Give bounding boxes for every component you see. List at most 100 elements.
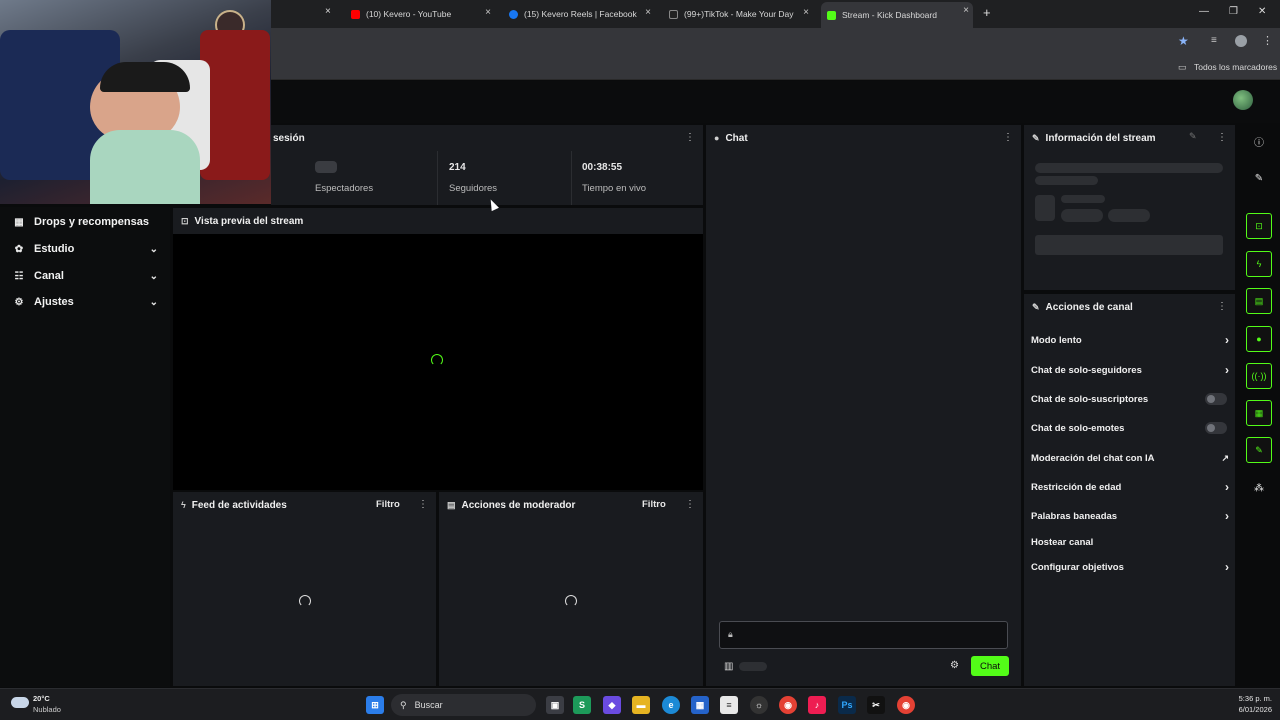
notepad-icon[interactable]: ≡ bbox=[720, 696, 738, 714]
gear-icon: ⚙ bbox=[14, 296, 24, 308]
photoshop-icon[interactable]: Ps bbox=[838, 696, 856, 714]
gear-icon[interactable]: ⚙ bbox=[950, 660, 959, 671]
sidebar-item-drops[interactable]: ▦ Drops y recompensas bbox=[0, 209, 170, 235]
edit-icon[interactable]: ✎ bbox=[1246, 165, 1272, 191]
close-window-icon[interactable]: ✕ bbox=[1258, 6, 1266, 17]
chrome-icon[interactable]: ◉ bbox=[779, 696, 797, 714]
browser-menu-icon[interactable]: ⋮ bbox=[1262, 34, 1273, 47]
close-tab-icon[interactable]: × bbox=[485, 7, 491, 18]
store-icon[interactable]: ▥ bbox=[724, 661, 733, 672]
stat-label-viewers-text: Espectadores bbox=[315, 183, 374, 194]
points-skeleton bbox=[739, 662, 767, 671]
profile-avatar-icon[interactable] bbox=[1235, 35, 1247, 47]
close-tab-icon[interactable]: × bbox=[963, 5, 969, 16]
star-bookmark-icon[interactable]: ★ bbox=[1178, 34, 1189, 48]
chrome-active-icon[interactable]: ◉ bbox=[897, 696, 915, 714]
copilot-icon[interactable]: ◆ bbox=[603, 696, 621, 714]
chat-send-button[interactable]: Chat bbox=[971, 656, 1009, 676]
more-options-icon[interactable]: ⋮ bbox=[1217, 132, 1227, 143]
more-options-icon[interactable]: ⋮ bbox=[418, 499, 428, 510]
stat-label-live-time: Tiempo en vivo bbox=[582, 183, 647, 194]
layout-icon[interactable]: ▦ bbox=[1246, 400, 1272, 426]
action-ai-moderation[interactable]: Moderación del chat con IA ↗ bbox=[1031, 448, 1229, 468]
windows-start-icon[interactable]: ⊞ bbox=[366, 696, 384, 714]
sidebar-item-estudio[interactable]: ✿ Estudio ⌄ bbox=[0, 236, 170, 262]
taskbar-search[interactable]: ⚲ Buscar bbox=[391, 694, 536, 716]
media-control-icon[interactable]: ≡ bbox=[1211, 35, 1217, 46]
users-icon: ☷ bbox=[14, 270, 24, 282]
sidebar: ▦ Drops y recompensas ✿ Estudio ⌄ ☷ Cana… bbox=[0, 207, 170, 687]
user-avatar[interactable] bbox=[1233, 90, 1253, 110]
external-link-icon: ↗ bbox=[1221, 452, 1229, 463]
tab-youtube[interactable]: (10) Kevero - YouTube × bbox=[345, 4, 495, 24]
tab-label: (15) Kevero Reels | Facebook bbox=[524, 9, 637, 19]
close-tab-icon[interactable]: × bbox=[803, 7, 809, 18]
wrench-icon[interactable]: ✎ bbox=[1246, 437, 1272, 463]
session-title: sesión bbox=[273, 132, 305, 144]
activity-feed-panel: ϟ Feed de actividades Filtro ⋮ bbox=[173, 492, 436, 686]
shield-icon: ▤ bbox=[447, 499, 456, 510]
store-icon[interactable]: ▦ bbox=[691, 696, 709, 714]
skeleton-tag bbox=[1108, 209, 1150, 222]
stats-row: Espectadores 214 Seguidores 00:38:55 Tie… bbox=[271, 151, 703, 205]
tab-facebook[interactable]: (15) Kevero Reels | Facebook × bbox=[503, 4, 655, 24]
preview-toggle-icon[interactable]: ⊡ bbox=[1246, 213, 1272, 239]
broadcast-icon[interactable]: ((·)) bbox=[1246, 363, 1272, 389]
tiktok-icon bbox=[669, 9, 678, 19]
tiktok-icon[interactable]: ♪ bbox=[808, 696, 826, 714]
action-followers-only[interactable]: Chat de solo-seguidores › bbox=[1031, 360, 1229, 380]
capcut-icon[interactable]: ✂ bbox=[867, 696, 885, 714]
stat-value-live-time: 00:38:55 bbox=[582, 162, 623, 173]
edit-icon[interactable]: ✎ bbox=[1189, 131, 1197, 142]
sidebar-item-label: Canal bbox=[34, 270, 64, 282]
widgets-icon[interactable]: ⁂ bbox=[1246, 475, 1272, 501]
all-bookmarks-link[interactable]: Todos los marcadores bbox=[1194, 62, 1277, 72]
action-configure-goals[interactable]: Configurar objetivos › bbox=[1031, 557, 1229, 577]
chevron-right-icon: › bbox=[1225, 560, 1229, 574]
lightning-icon[interactable]: ϟ bbox=[1246, 251, 1272, 277]
subscribers-only-toggle[interactable] bbox=[1205, 393, 1227, 405]
more-options-icon[interactable]: ⋮ bbox=[1217, 301, 1227, 312]
excel-icon[interactable]: S bbox=[573, 696, 591, 714]
close-tab-icon[interactable]: × bbox=[645, 7, 651, 18]
app-icon[interactable]: ☼ bbox=[750, 696, 768, 714]
preview-title: Vista previa del stream bbox=[194, 215, 304, 227]
action-label: Modo lento bbox=[1031, 334, 1082, 346]
close-tab-icon[interactable]: × bbox=[325, 6, 331, 17]
chevron-right-icon: › bbox=[1225, 333, 1229, 347]
chat-bubble-icon[interactable]: ● bbox=[1246, 326, 1272, 352]
more-options-icon[interactable]: ⋮ bbox=[1003, 132, 1013, 143]
action-age-restriction[interactable]: Restricción de edad › bbox=[1031, 477, 1229, 497]
action-label: Chat de solo-emotes bbox=[1031, 422, 1125, 434]
file-explorer-icon[interactable]: ▬ bbox=[632, 696, 650, 714]
tab-kick-dashboard[interactable]: Stream - Kick Dashboard × bbox=[821, 2, 973, 28]
minimize-icon[interactable]: — bbox=[1199, 6, 1209, 17]
tab-label: Stream - Kick Dashboard bbox=[842, 10, 937, 20]
feed-filter-button[interactable]: Filtro bbox=[376, 499, 400, 510]
tab-tiktok[interactable]: (99+)TikTok - Make Your Day × bbox=[663, 4, 813, 24]
action-slow-mode[interactable]: Modo lento › bbox=[1031, 330, 1229, 350]
viewer-count-skeleton bbox=[315, 161, 337, 173]
maximize-icon[interactable]: ❐ bbox=[1229, 6, 1238, 17]
new-tab-button[interactable]: + bbox=[983, 5, 991, 20]
action-banned-words[interactable]: Palabras baneadas › bbox=[1031, 506, 1229, 526]
action-label: Hostear canal bbox=[1031, 536, 1094, 548]
task-view-icon[interactable]: ▣ bbox=[546, 696, 564, 714]
action-host-channel[interactable]: Hostear canal bbox=[1031, 532, 1229, 552]
sidebar-item-ajustes[interactable]: ⚙ Ajustes ⌄ bbox=[0, 289, 170, 315]
mod-filter-button[interactable]: Filtro bbox=[642, 499, 666, 510]
clock-time: 5:36 p. m. bbox=[1238, 694, 1272, 703]
emotes-only-toggle[interactable] bbox=[1205, 422, 1227, 434]
info-icon[interactable]: ⓘ bbox=[1246, 128, 1272, 154]
edge-icon[interactable]: e bbox=[662, 696, 680, 714]
skeleton-tag bbox=[1061, 209, 1103, 222]
shield-icon[interactable]: ▤ bbox=[1246, 288, 1272, 314]
gaming-chair-red bbox=[200, 30, 270, 180]
chat-input[interactable]: 🔒︎ bbox=[719, 621, 1008, 649]
skeleton-line bbox=[1035, 176, 1098, 185]
more-options-icon[interactable]: ⋮ bbox=[685, 132, 695, 143]
skeleton-line bbox=[1035, 163, 1223, 173]
more-options-icon[interactable]: ⋮ bbox=[685, 499, 695, 510]
sidebar-item-canal[interactable]: ☷ Canal ⌄ bbox=[0, 263, 170, 289]
stream-info-header: ✎ Información del stream bbox=[1024, 125, 1235, 151]
